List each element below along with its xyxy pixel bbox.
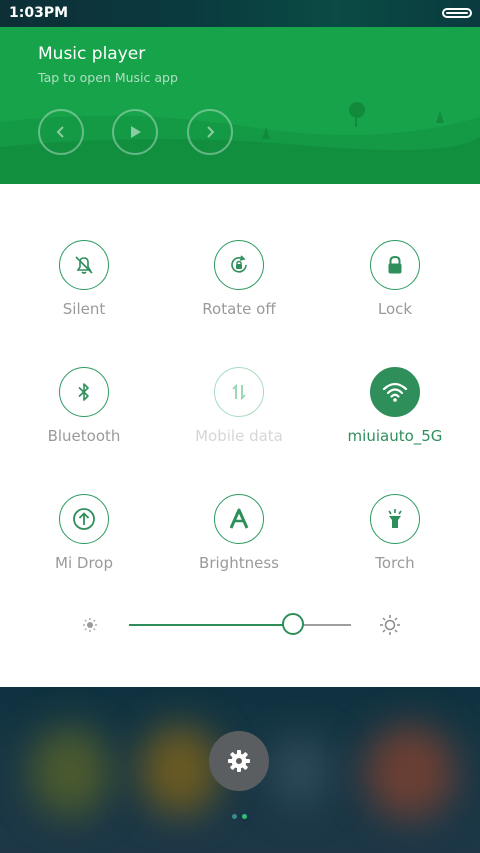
status-bar: 1:03PM — [0, 0, 480, 27]
music-title: Music player — [38, 44, 146, 64]
blurred-app-icon — [30, 727, 110, 817]
brightness-high-icon — [380, 615, 400, 635]
toggle-label: Mobile data — [195, 427, 283, 445]
play-button[interactable] — [112, 109, 158, 155]
toggle-label: Lock — [377, 300, 413, 318]
toggle-mobile-data[interactable]: Mobile data — [159, 367, 319, 477]
page-indicator-dot-active — [242, 814, 247, 819]
bluetooth-ring — [59, 367, 109, 417]
play-icon — [131, 126, 141, 138]
toggle-label: Rotate off — [202, 300, 276, 318]
silent-ring — [59, 240, 109, 290]
toggle-label: Mi Drop — [55, 554, 113, 572]
wallpaper-area — [0, 687, 480, 853]
mi-drop-ring — [59, 494, 109, 544]
blurred-app-icon — [365, 725, 455, 820]
slider-thumb[interactable] — [282, 613, 304, 635]
auto-brightness-icon — [229, 508, 249, 529]
toggle-bluetooth[interactable]: Bluetooth — [4, 367, 164, 477]
next-icon — [207, 126, 215, 138]
toggle-mi-drop[interactable]: Mi Drop — [4, 494, 164, 604]
wifi-ring — [370, 367, 420, 417]
toggle-brightness[interactable]: Brightness — [159, 494, 319, 604]
bluetooth-icon — [78, 383, 89, 401]
music-player-card[interactable]: Music player Tap to open Music app — [0, 27, 480, 184]
torch-ring — [370, 494, 420, 544]
toggle-silent[interactable]: Silent — [4, 240, 164, 350]
mobile-data-ring — [214, 367, 264, 417]
quick-settings-panel: Silent Rotate off Lock Bluetooth Mobile … — [0, 184, 480, 687]
torch-icon — [388, 509, 402, 528]
mi-drop-icon — [73, 508, 95, 530]
toggle-label: Bluetooth — [47, 427, 121, 445]
toggle-wifi[interactable]: miuiauto_5G — [315, 367, 475, 477]
slider-track-filled — [129, 624, 293, 626]
wifi-icon — [382, 382, 408, 402]
next-button[interactable] — [187, 109, 233, 155]
status-time: 1:03PM — [9, 5, 69, 21]
rotate-ring — [214, 240, 264, 290]
page-indicator-dot — [232, 814, 237, 819]
toggle-torch[interactable]: Torch — [315, 494, 475, 604]
settings-button[interactable] — [209, 731, 269, 791]
lock-ring — [370, 240, 420, 290]
toggle-rotate[interactable]: Rotate off — [159, 240, 319, 350]
music-subtitle: Tap to open Music app — [38, 70, 178, 85]
mobile-data-icon — [232, 383, 246, 401]
toggle-label: miuiauto_5G — [347, 427, 443, 445]
lock-icon — [388, 255, 402, 274]
previous-button[interactable] — [38, 109, 84, 155]
brightness-slider[interactable] — [0, 608, 480, 642]
blurred-app-icon — [140, 725, 220, 815]
gear-icon — [228, 750, 250, 772]
previous-icon — [56, 126, 64, 138]
brightness-ring — [214, 494, 264, 544]
toggle-label: Torch — [375, 554, 415, 572]
toggle-lock[interactable]: Lock — [315, 240, 475, 350]
blurred-app-icon — [270, 737, 330, 807]
brightness-low-icon — [83, 618, 97, 632]
bell-off-icon — [75, 256, 93, 274]
battery-icon — [442, 8, 472, 18]
rotate-lock-icon — [231, 255, 247, 273]
toggle-label: Brightness — [199, 554, 279, 572]
toggle-label: Silent — [62, 300, 106, 318]
